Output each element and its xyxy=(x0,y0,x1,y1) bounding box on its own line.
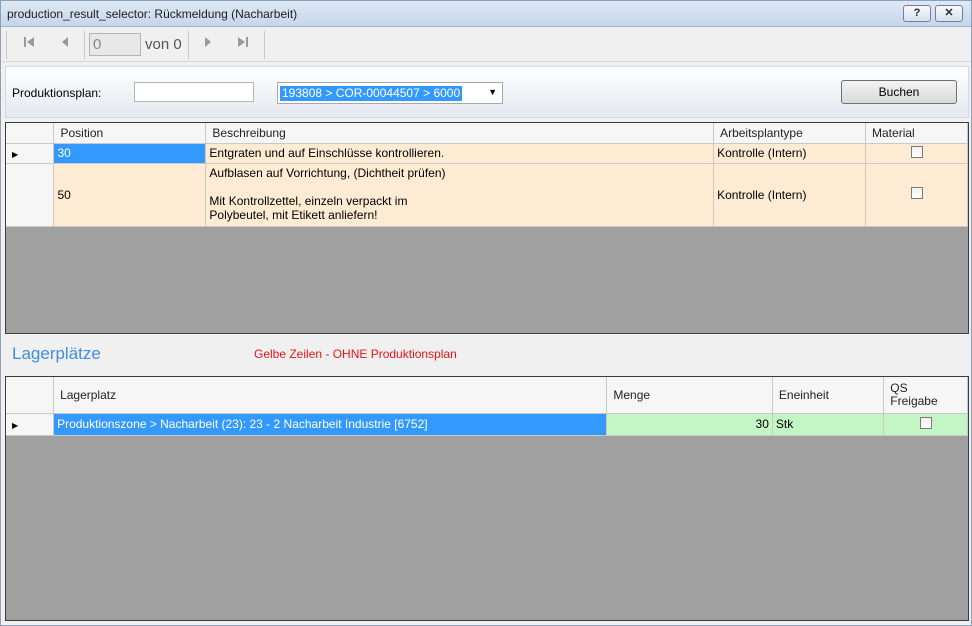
prev-icon xyxy=(62,37,68,47)
column-header-quantity[interactable]: Menge xyxy=(606,377,773,414)
previous-record-button[interactable] xyxy=(54,34,76,56)
toolbar-separator xyxy=(84,31,85,59)
row-header-corner xyxy=(6,123,55,144)
column-header-position[interactable]: Position xyxy=(53,123,207,144)
type-cell[interactable]: Kontrolle (Intern) xyxy=(713,163,867,227)
book-button[interactable]: Buchen xyxy=(841,80,957,104)
record-count-label: von 0 xyxy=(145,36,182,53)
type-cell[interactable]: Kontrolle (Intern) xyxy=(713,143,867,164)
plan-select[interactable]: 193808 > COR-00044507 > 6000 ▼ xyxy=(277,82,503,104)
skip-last-icon xyxy=(238,37,248,47)
quantity-cell[interactable]: 30 xyxy=(606,413,773,436)
positions-grid: Position Beschreibung Arbeitsplantype Ma… xyxy=(5,122,969,334)
storage-header-row: Lagerplatz Menge Eneinheit QS Freigabe xyxy=(6,377,968,414)
plan-select-value: 193808 > COR-00044507 > 6000 xyxy=(280,86,463,101)
position-input[interactable] xyxy=(89,33,141,56)
column-header-type[interactable]: Arbeitsplantype xyxy=(713,123,867,144)
row-header-corner xyxy=(6,377,55,414)
toolbar-separator xyxy=(264,31,265,59)
table-row[interactable]: ▶ 30 Entgraten und auf Einschlüsse kontr… xyxy=(6,143,968,164)
column-header-description[interactable]: Beschreibung xyxy=(205,123,715,144)
record-navigator: von 0 xyxy=(2,28,970,62)
qs-release-cell[interactable] xyxy=(883,413,968,436)
positions-header-row: Position Beschreibung Arbeitsplantype Ma… xyxy=(6,123,968,144)
app-window: production_result_selector: Rückmeldung … xyxy=(0,0,972,626)
chevron-down-icon[interactable]: ▼ xyxy=(488,87,497,97)
column-header-material[interactable]: Material xyxy=(865,123,968,144)
next-icon xyxy=(205,37,211,47)
row-header[interactable]: ▶ xyxy=(6,143,55,164)
column-header-location[interactable]: Lagerplatz xyxy=(53,377,608,414)
material-cell[interactable] xyxy=(865,163,968,227)
help-button[interactable]: ? xyxy=(903,5,931,22)
close-icon: ✕ xyxy=(944,7,954,19)
material-cell[interactable] xyxy=(865,143,968,164)
title-bar: production_result_selector: Rückmeldung … xyxy=(1,1,971,27)
location-cell[interactable]: Produktionszone > Nacharbeit (23): 23 - … xyxy=(53,413,608,436)
position-cell[interactable]: 30 xyxy=(53,143,207,164)
plan-label: Produktionsplan: xyxy=(12,86,102,100)
position-cell[interactable]: 50 xyxy=(53,163,207,227)
last-record-button[interactable] xyxy=(232,34,254,56)
skip-first-icon xyxy=(24,37,34,47)
close-button[interactable]: ✕ xyxy=(935,5,963,22)
storage-grid: Lagerplatz Menge Eneinheit QS Freigabe ▶… xyxy=(5,376,969,621)
material-checkbox[interactable] xyxy=(910,187,923,199)
toolbar-grip xyxy=(6,31,7,59)
current-row-icon: ▶ xyxy=(12,150,19,159)
description-line xyxy=(209,180,710,194)
plan-input[interactable] xyxy=(134,82,254,102)
row-header[interactable]: ▶ xyxy=(6,413,55,436)
filter-panel: Produktionsplan: 193808 > COR-00044507 >… xyxy=(5,66,969,118)
current-row-icon: ▶ xyxy=(12,421,19,430)
table-row[interactable]: ▶ Produktionszone > Nacharbeit (23): 23 … xyxy=(6,413,968,436)
window-title: production_result_selector: Rückmeldung … xyxy=(7,7,298,21)
toolbar-separator xyxy=(188,31,189,59)
qs-release-checkbox[interactable] xyxy=(919,416,932,429)
description-cell[interactable]: Entgraten und auf Einschlüsse kontrollie… xyxy=(205,143,715,164)
description-line: Aufblasen auf Vorrichtung, (Dichtheit pr… xyxy=(209,165,446,180)
first-record-button[interactable] xyxy=(18,34,40,56)
storage-section-title: Lagerplätze xyxy=(12,344,101,363)
next-record-button[interactable] xyxy=(197,34,219,56)
help-icon: ? xyxy=(913,7,921,19)
row-header[interactable] xyxy=(6,163,55,227)
unit-cell[interactable]: Stk xyxy=(772,413,885,436)
description-line: Mit Kontrollzettel, einzeln verpackt im xyxy=(209,193,408,208)
storage-hint: Gelbe Zeilen - OHNE Produktionsplan xyxy=(254,347,457,361)
column-header-unit[interactable]: Eneinheit xyxy=(772,377,885,414)
description-line: Polybeutel, mit Etikett anliefern! xyxy=(209,207,378,222)
description-cell[interactable]: Aufblasen auf Vorrichtung, (Dichtheit pr… xyxy=(205,163,715,227)
table-row[interactable]: 50 Aufblasen auf Vorrichtung, (Dichtheit… xyxy=(6,163,968,227)
material-checkbox[interactable] xyxy=(910,145,923,158)
column-header-qs-release[interactable]: QS Freigabe xyxy=(883,377,968,414)
